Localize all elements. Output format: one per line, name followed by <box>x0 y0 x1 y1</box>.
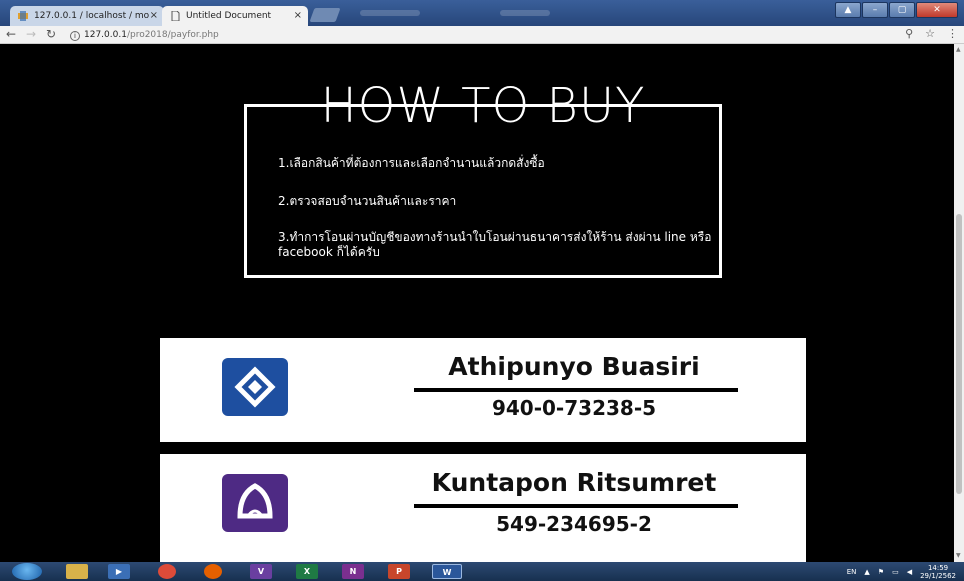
scroll-thumb[interactable] <box>956 214 962 494</box>
flag-icon[interactable]: ⚑ <box>878 568 884 576</box>
word-icon[interactable]: W <box>432 564 462 579</box>
powerpoint-icon[interactable]: P <box>388 564 410 579</box>
user-icon[interactable]: ▲ <box>835 2 861 18</box>
minimize-button[interactable]: – <box>862 2 888 18</box>
show-hidden-icons-icon[interactable]: ▲ <box>864 568 869 576</box>
phpmyadmin-icon <box>18 11 28 21</box>
forward-icon[interactable]: → <box>26 27 36 41</box>
divider <box>414 504 738 508</box>
clock-date: 29/1/2562 <box>920 571 956 580</box>
visio-icon[interactable]: V <box>250 564 272 579</box>
page-title: HOW TO BUY <box>320 78 646 134</box>
step-3: 3.ทำการโอนผ่านบัญชีของทางร้านนำใบโอนผ่าน… <box>278 230 712 259</box>
language-indicator[interactable]: EN <box>847 568 857 576</box>
maximize-button[interactable]: ▢ <box>889 2 915 18</box>
chrome-icon[interactable] <box>158 564 176 579</box>
new-tab-button[interactable] <box>309 8 341 22</box>
firefox-icon[interactable] <box>204 564 222 579</box>
scroll-up-icon[interactable]: ▲ <box>956 46 961 53</box>
close-tab-icon[interactable]: × <box>294 6 302 26</box>
media-player-icon[interactable]: ▶ <box>108 564 130 579</box>
url-host: 127.0.0.1 <box>84 30 127 40</box>
url-field[interactable]: i 127.0.0.1/pro2018/payfor.php <box>70 27 670 43</box>
blurred-area <box>500 10 550 16</box>
divider <box>414 388 738 392</box>
tab-phpmyadmin[interactable]: 127.0.0.1 / localhost / mo × <box>10 6 164 26</box>
bookmark-star-icon[interactable]: ☆ <box>925 27 935 40</box>
blurred-area <box>360 10 420 16</box>
excel-icon[interactable]: X <box>296 564 318 579</box>
tab-untitled-document[interactable]: Untitled Document × <box>162 6 308 26</box>
zoom-icon[interactable]: ⚲ <box>905 27 913 40</box>
document-icon <box>171 11 180 21</box>
account-name: Kuntapon Ritsumret <box>431 468 717 497</box>
network-icon[interactable]: ▭ <box>892 568 899 576</box>
toolbar-right: ⚲ ☆ ⋮ <box>905 27 958 40</box>
bangkok-bank-logo-icon <box>222 358 288 416</box>
bangkok-bank-logo-icon <box>234 366 276 408</box>
siam-commercial-bank-logo-icon <box>222 474 288 532</box>
account-number: 549-234695-2 <box>496 512 652 536</box>
file-explorer-icon[interactable] <box>66 564 88 579</box>
siam-commercial-bank-logo-icon <box>237 483 273 519</box>
account-number: 940-0-73238-5 <box>491 396 657 420</box>
info-icon[interactable]: i <box>70 31 80 41</box>
clock[interactable]: 14:59 29/1/2562 <box>920 564 956 580</box>
onenote-icon[interactable]: N <box>342 564 364 579</box>
page-content: HOW TO BUY 1.เลือกสินค้าที่ต้องการและเลื… <box>8 44 954 562</box>
scroll-down-icon[interactable]: ▼ <box>956 552 961 559</box>
account-card: Kuntapon Ritsumret 549-234695-2 <box>160 454 806 562</box>
volume-icon[interactable]: ◀ <box>907 568 912 576</box>
clock-time: 14:59 <box>927 563 949 572</box>
tab-label: 127.0.0.1 / localhost / mo <box>34 11 150 21</box>
system-tray: EN ▲ ⚑ ▭ ◀ 14:59 29/1/2562 <box>847 562 956 581</box>
screen: 127.0.0.1 / localhost / mo × Untitled Do… <box>0 0 964 581</box>
close-button[interactable]: ✕ <box>916 2 958 18</box>
window-controls: ▲ – ▢ ✕ <box>835 2 958 18</box>
reload-icon[interactable]: ↻ <box>46 27 56 41</box>
account-card: Athipunyo Buasiri 940-0-73238-5 <box>160 338 806 442</box>
account-name: Athipunyo Buasiri <box>448 352 700 381</box>
close-tab-icon[interactable]: × <box>150 6 158 26</box>
step-2: 2.ตรวจสอบจำนวนสินค้าและราคา <box>278 194 457 208</box>
menu-icon[interactable]: ⋮ <box>947 27 958 40</box>
browser-titlebar: 127.0.0.1 / localhost / mo × Untitled Do… <box>0 0 964 26</box>
back-icon[interactable]: ← <box>6 27 16 41</box>
vertical-scrollbar[interactable]: ▲ ▼ <box>954 44 964 562</box>
start-button[interactable] <box>12 563 42 580</box>
step-1: 1.เลือกสินค้าที่ต้องการและเลือกจำนานแล้ว… <box>278 156 545 170</box>
address-bar: ← → ↻ i 127.0.0.1/pro2018/payfor.php ⚲ ☆ … <box>0 26 964 44</box>
taskbar: ▶ V X N P W EN ▲ ⚑ ▭ ◀ 14:59 29/1/2562 <box>0 562 964 581</box>
tab-label: Untitled Document <box>186 11 272 21</box>
url-path: /pro2018/payfor.php <box>126 30 219 40</box>
